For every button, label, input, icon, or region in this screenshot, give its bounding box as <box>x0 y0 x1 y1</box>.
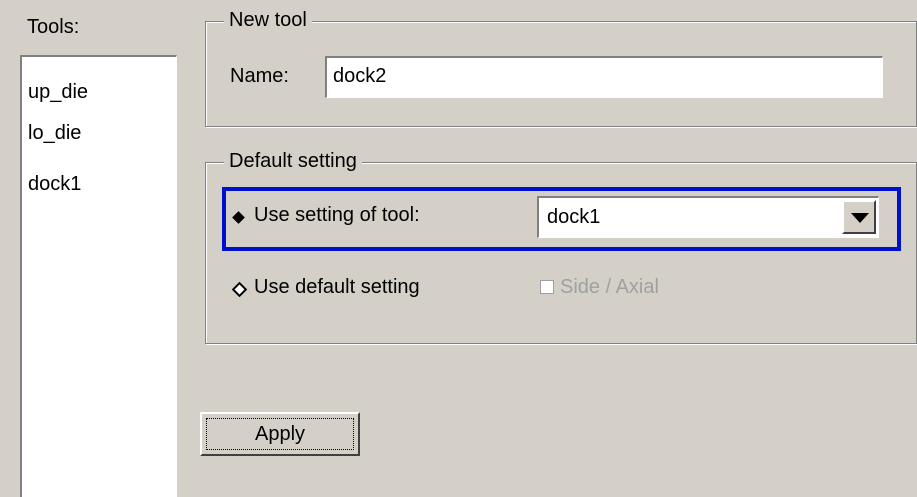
side-axial-checkbox[interactable] <box>540 280 554 294</box>
tools-list-item[interactable]: up_die <box>28 81 88 104</box>
tools-list[interactable]: up_die lo_die dock1 <box>20 55 177 497</box>
radio-selected-icon <box>232 211 245 224</box>
dropdown-button[interactable] <box>842 200 876 234</box>
tools-list-item[interactable]: dock1 <box>28 173 81 196</box>
apply-label: Apply <box>206 418 354 450</box>
use-default-setting-radio[interactable]: Use default setting <box>231 276 492 302</box>
name-label: Name: <box>230 65 289 87</box>
tools-label: Tools: <box>27 16 80 38</box>
apply-button[interactable]: Apply <box>200 412 360 456</box>
tool-select-value: dock1 <box>547 206 601 228</box>
tool-select[interactable]: dock1 <box>537 196 879 238</box>
use-default-setting-label: Use default setting <box>254 276 420 298</box>
default-setting-legend: Default setting <box>224 150 362 173</box>
new-tool-legend: New tool <box>224 9 312 32</box>
name-input[interactable]: dock2 <box>325 56 883 98</box>
use-tool-setting-label: Use setting of tool: <box>254 204 420 226</box>
tools-list-item[interactable]: lo_die <box>28 122 81 145</box>
chevron-down-icon <box>851 213 869 223</box>
use-tool-setting-radio[interactable]: Use setting of tool: <box>232 204 512 230</box>
radio-unselected-icon <box>231 281 248 298</box>
side-axial-label: Side / Axial <box>560 276 659 298</box>
